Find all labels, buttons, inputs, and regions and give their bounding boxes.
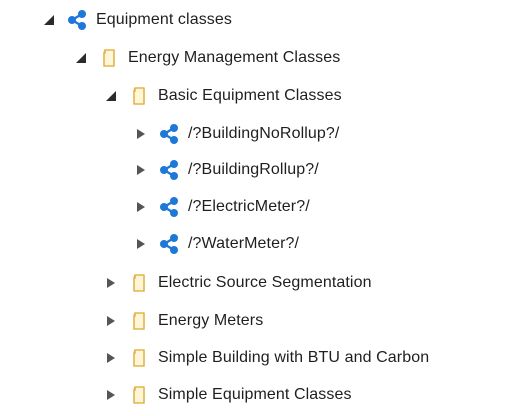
folder-icon [98, 47, 120, 69]
tree-node-electric-source-segmentation[interactable]: Electric Source Segmentation [104, 269, 372, 297]
tree-node-simple-equipment-classes[interactable]: Simple Equipment Classes [104, 381, 352, 409]
folder-icon [128, 310, 150, 332]
tree-node-energy-management-classes[interactable]: Energy Management Classes [74, 44, 340, 72]
collapsed-arrow-icon[interactable] [134, 200, 148, 214]
collapsed-arrow-icon[interactable] [104, 388, 118, 402]
tree-node-label: /?BuildingNoRollup?/ [188, 125, 340, 142]
tree-node-basic-equipment-classes[interactable]: Basic Equipment Classes [104, 82, 342, 110]
tree-node-label: Simple Building with BTU and Carbon [158, 349, 430, 366]
tree-node-label: Electric Source Segmentation [158, 274, 372, 291]
expanded-arrow-icon[interactable] [104, 89, 118, 103]
tree-node-label: /?ElectricMeter?/ [188, 198, 310, 215]
tree-node-label: Energy Management Classes [128, 49, 341, 66]
tree-node-label: Equipment classes [96, 11, 232, 28]
tree-node-equipment-classes[interactable]: Equipment classes [42, 6, 232, 34]
collapsed-arrow-icon[interactable] [104, 351, 118, 365]
share-network-icon [158, 196, 180, 218]
tree-node-energy-meters[interactable]: Energy Meters [104, 307, 263, 335]
share-network-icon [158, 159, 180, 181]
equipment-class-tree: Equipment classes Energy Management Clas… [0, 0, 517, 416]
tree-node-label: /?BuildingRollup?/ [188, 161, 319, 178]
tree-node-simple-building-btu-carbon[interactable]: Simple Building with BTU and Carbon [104, 344, 429, 372]
folder-icon [128, 384, 150, 406]
share-network-icon [66, 9, 88, 31]
tree-node-label: /?WaterMeter?/ [188, 235, 300, 252]
collapsed-arrow-icon[interactable] [134, 237, 148, 251]
tree-node-label: Basic Equipment Classes [158, 87, 342, 104]
tree-node-building-rollup[interactable]: /?BuildingRollup?/ [134, 156, 319, 184]
tree-node-electric-meter[interactable]: /?ElectricMeter?/ [134, 193, 310, 221]
expanded-arrow-icon[interactable] [42, 13, 56, 27]
tree-node-water-meter[interactable]: /?WaterMeter?/ [134, 230, 299, 258]
expanded-arrow-icon[interactable] [74, 51, 88, 65]
collapsed-arrow-icon[interactable] [134, 127, 148, 141]
collapsed-arrow-icon[interactable] [104, 314, 118, 328]
collapsed-arrow-icon[interactable] [134, 163, 148, 177]
folder-icon [128, 85, 150, 107]
share-network-icon [158, 233, 180, 255]
folder-icon [128, 272, 150, 294]
tree-node-label: Simple Equipment Classes [158, 386, 352, 403]
tree-node-building-no-rollup[interactable]: /?BuildingNoRollup?/ [134, 120, 339, 148]
collapsed-arrow-icon[interactable] [104, 276, 118, 290]
tree-node-label: Energy Meters [158, 312, 264, 329]
share-network-icon [158, 123, 180, 145]
folder-icon [128, 347, 150, 369]
